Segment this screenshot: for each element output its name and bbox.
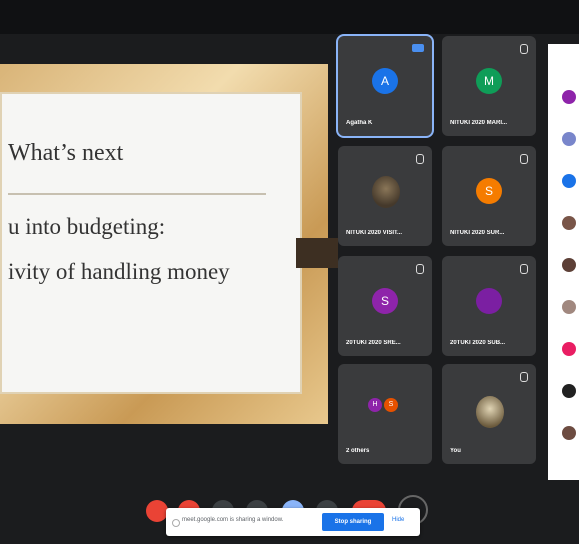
participant-tile[interactable]: S 20TUKI 2020 SRE...	[338, 256, 432, 356]
slide	[0, 92, 302, 394]
avatar[interactable]	[562, 132, 576, 146]
frame-edge	[296, 238, 338, 268]
share-indicator-icon	[172, 519, 180, 527]
avatar: S	[476, 178, 502, 204]
slide-text-line-1: u into budgeting:	[8, 214, 166, 239]
avatar-photo	[372, 176, 400, 208]
participant-tile-self[interactable]: You	[442, 364, 536, 464]
avatar: S	[384, 398, 398, 412]
participant-name: NITUKI 2020 SUR...	[450, 230, 505, 236]
participant-tile[interactable]: S NITUKI 2020 SUR...	[442, 146, 536, 246]
participant-tile[interactable]: 20TUKI 2020 SUB...	[442, 256, 536, 356]
mic-off-icon	[416, 154, 424, 164]
pin-icon[interactable]	[412, 44, 424, 52]
mic-off-icon	[520, 372, 528, 382]
participant-name: You	[450, 448, 461, 454]
top-bar	[0, 0, 579, 34]
stop-sharing-button[interactable]: Stop sharing	[322, 513, 384, 531]
slide-divider	[8, 193, 266, 195]
avatar	[476, 288, 502, 314]
participant-name: 20TUKI 2020 SRE...	[346, 340, 401, 346]
participant-tile[interactable]: A Agatha K	[338, 36, 432, 136]
mic-off-icon	[520, 44, 528, 54]
avatar[interactable]	[562, 258, 576, 272]
participant-tile[interactable]: NITUKI 2020 VISIT...	[338, 146, 432, 246]
slide-title: What’s next	[8, 140, 124, 166]
presentation-frame	[0, 64, 328, 424]
avatar: H	[368, 398, 382, 412]
avatar: S	[372, 288, 398, 314]
slide-text-line-2: ivity of handling money	[8, 259, 230, 284]
avatar[interactable]	[562, 384, 576, 398]
avatar[interactable]	[562, 426, 576, 440]
participant-name: Agatha K	[346, 120, 373, 126]
participant-tile-others[interactable]: H S 2 others	[338, 364, 432, 464]
mic-button[interactable]	[146, 500, 168, 522]
avatar[interactable]	[562, 342, 576, 356]
avatar: A	[372, 68, 398, 94]
participant-name: 20TUKI 2020 SUB...	[450, 340, 506, 346]
participant-name: NITUKI 2020 VISIT...	[346, 230, 403, 236]
avatar[interactable]	[562, 174, 576, 188]
hide-button[interactable]: Hide	[392, 517, 404, 523]
avatar-photo	[476, 396, 504, 428]
sharing-message: meet.google.com is sharing a window.	[182, 517, 284, 523]
mic-off-icon	[520, 154, 528, 164]
avatar: M	[476, 68, 502, 94]
avatar[interactable]	[562, 90, 576, 104]
participant-name: 2 others	[346, 448, 370, 454]
avatar[interactable]	[562, 216, 576, 230]
sharing-notification-bar: meet.google.com is sharing a window. Sto…	[166, 508, 420, 536]
participant-name: NITUKI 2020 MARI...	[450, 120, 508, 126]
participant-tile[interactable]: M NITUKI 2020 MARI...	[442, 36, 536, 136]
mic-off-icon	[520, 264, 528, 274]
mic-off-icon	[416, 264, 424, 274]
avatar[interactable]	[562, 300, 576, 314]
people-panel	[548, 44, 579, 480]
